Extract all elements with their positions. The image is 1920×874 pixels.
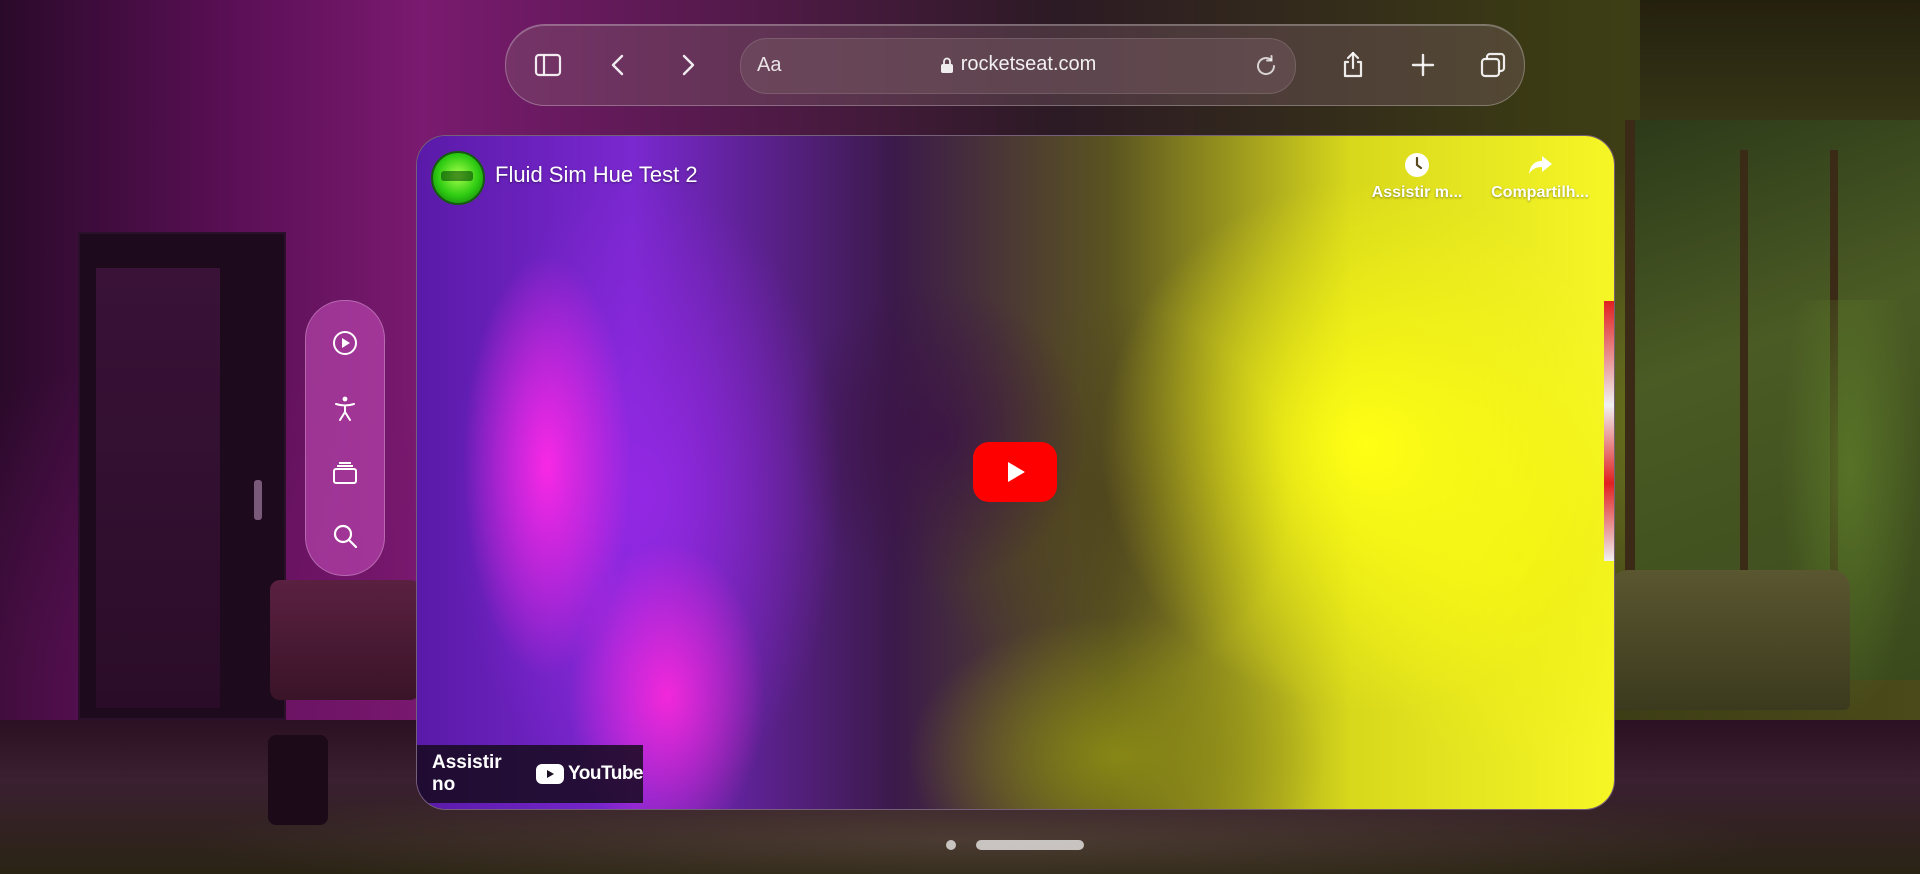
tabs-icon	[1480, 52, 1506, 78]
share-video-button[interactable]: Compartilh...	[1485, 150, 1595, 202]
url-text: rocketseat.com	[960, 53, 1097, 75]
room-door-handle	[254, 480, 262, 520]
browser-toolbar: Aa rocketseat.com	[505, 24, 1525, 106]
room-sofa	[1610, 570, 1850, 710]
share-arrow-icon	[1529, 156, 1552, 174]
share-video-label: Compartilh...	[1491, 184, 1589, 201]
share-icon	[1343, 51, 1363, 78]
channel-avatar[interactable]	[431, 151, 485, 205]
stack-icon	[333, 462, 357, 484]
chevron-left-icon	[611, 54, 624, 76]
url-display[interactable]: rocketseat.com	[741, 53, 1295, 76]
video-thumbnail-edge	[1604, 301, 1614, 561]
play-button[interactable]	[973, 442, 1057, 502]
chevron-right-icon	[682, 54, 695, 76]
accessibility-icon	[335, 396, 355, 421]
youtube-wordmark: YouTube	[568, 763, 643, 784]
sidebar-toggle-button[interactable]	[528, 45, 568, 85]
room-chair	[270, 580, 420, 700]
ornament-sidebar	[305, 300, 385, 576]
search-button[interactable]	[325, 516, 365, 556]
youtube-play-logo-icon	[536, 764, 565, 784]
address-bar[interactable]: Aa rocketseat.com	[740, 38, 1296, 94]
watch-on-youtube-button[interactable]: Assistir no YouTube	[417, 745, 643, 803]
sidebar-toggle-icon	[534, 53, 562, 77]
plus-icon	[1411, 53, 1435, 77]
play-icon	[1008, 462, 1025, 482]
clock-icon	[1405, 153, 1429, 177]
youtube-embed[interactable]: Fluid Sim Hue Test 2 Assistir m... Compa…	[416, 135, 1615, 810]
watch-later-label: Assistir m...	[1371, 184, 1463, 201]
tab-overview-button[interactable]	[1473, 45, 1513, 85]
new-tab-button[interactable]	[1403, 45, 1443, 85]
room-door-panel	[96, 268, 220, 708]
lock-icon	[940, 57, 953, 73]
youtube-logo: YouTube	[536, 763, 643, 785]
back-button[interactable]	[598, 45, 638, 85]
window-close-dot[interactable]	[946, 840, 956, 850]
share-button[interactable]	[1333, 45, 1373, 85]
search-icon	[333, 524, 358, 549]
play-circle-icon	[333, 331, 357, 355]
room-stool	[268, 735, 328, 825]
spatial-environment: Aa rocketseat.com Fluid Sim Hue Test 2 A…	[0, 0, 1920, 874]
collections-button[interactable]	[325, 453, 365, 493]
video-title[interactable]: Fluid Sim Hue Test 2	[495, 162, 698, 188]
watch-later-button[interactable]: Assistir m...	[1362, 150, 1472, 202]
reload-icon[interactable]	[1253, 53, 1279, 79]
accessibility-button[interactable]	[325, 388, 365, 428]
watch-on-label: Assistir no	[432, 752, 502, 795]
window-grabber[interactable]	[976, 840, 1084, 850]
forward-button[interactable]	[668, 45, 708, 85]
media-button[interactable]	[325, 323, 365, 363]
